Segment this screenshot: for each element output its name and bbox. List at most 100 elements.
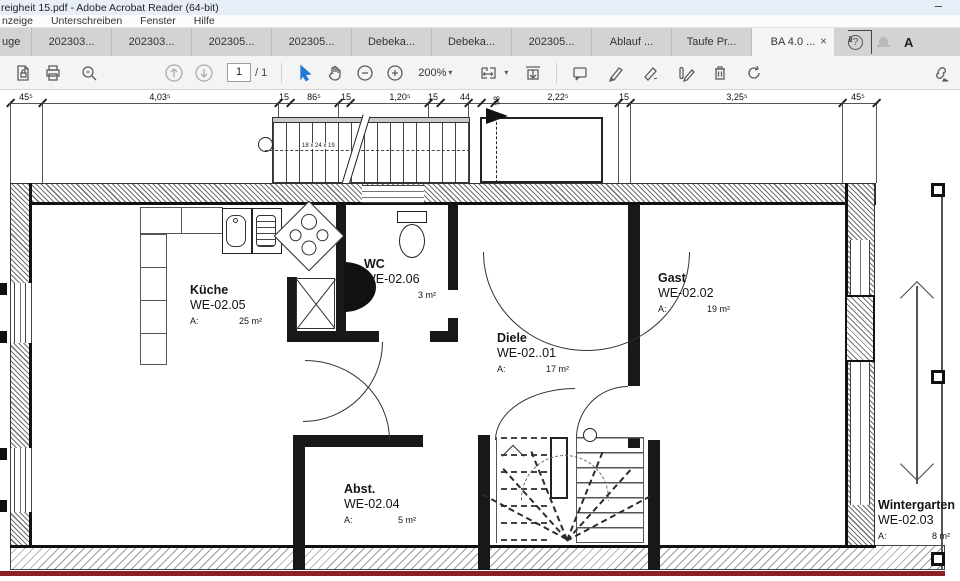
dim-value: 15 [279, 92, 289, 102]
menu-bar: nzeige Unterschreiben Fenster Hilfe [0, 15, 960, 28]
arrow-down-icon [900, 447, 934, 481]
active-tab-label: BA 4.0 ... [771, 36, 816, 48]
dim-value: 2,22⁵ [547, 92, 568, 102]
window-glazing [850, 240, 870, 295]
delete-trash-icon[interactable] [705, 61, 735, 85]
menu-hilfe[interactable]: Hilfe [194, 15, 215, 27]
fill-sign-icon[interactable] [671, 61, 701, 85]
wc-cistern [397, 211, 427, 223]
stair-walkline-arc [521, 455, 611, 501]
document-tab[interactable]: Ablauf ... [592, 28, 672, 56]
dim-value: 45⁵ [851, 92, 865, 102]
tab-werkzeuge-partial[interactable]: uge [0, 28, 32, 56]
main-toolbar: 1 / 1 200% ▾ ▾ [0, 56, 960, 90]
wall-segment [287, 331, 379, 342]
dim-value: 1,20⁵ [389, 92, 410, 102]
print-icon[interactable] [38, 61, 68, 85]
room-label-kueche: Küche WE-02.05 A:25 m² [190, 283, 262, 326]
fit-page-icon[interactable] [518, 61, 548, 85]
fit-dropdown-caret-icon[interactable]: ▾ [504, 68, 508, 77]
document-tab[interactable]: 202305... [272, 28, 352, 56]
door-swing-arc [305, 360, 390, 440]
zoom-dropdown-caret-icon[interactable]: ▾ [448, 68, 452, 77]
dim-value: 15 [341, 92, 351, 102]
zoom-level-value[interactable]: 200% [418, 67, 446, 79]
sign-pen-icon[interactable] [637, 61, 667, 85]
glazing-post [931, 370, 945, 384]
room-label-wc: WC WE-02.06 A:3 m² [364, 257, 436, 300]
window-jamb [0, 448, 7, 460]
stair-column-circle [583, 428, 597, 442]
document-tab[interactable]: 202303... [112, 28, 192, 56]
search-icon[interactable] [74, 61, 104, 85]
page-number-input[interactable]: 1 [227, 63, 251, 82]
account-signin-partial[interactable]: A [904, 35, 913, 50]
kitchen-stove [274, 201, 345, 272]
door-swing-arc-stair [495, 388, 575, 440]
stair-centerline [265, 150, 470, 151]
document-tab[interactable]: 202303... [32, 28, 112, 56]
entrance-landing [480, 117, 603, 183]
previous-page-icon[interactable] [159, 61, 189, 85]
room-label-gast: Gast WE-02.02 A:19 m² [658, 271, 730, 314]
document-tab[interactable]: Debeka... [432, 28, 512, 56]
select-cursor-icon[interactable] [290, 61, 320, 85]
menu-anzeige[interactable]: nzeige [2, 15, 33, 27]
hand-pan-icon[interactable] [320, 61, 350, 85]
wall-edge [845, 183, 848, 570]
wc-toilet-bowl [399, 224, 425, 258]
arrow-up-icon [900, 281, 934, 315]
wall-segment [293, 435, 305, 570]
notifications-bell-icon[interactable] [877, 36, 890, 49]
wall-pillar [845, 295, 875, 362]
rotate-icon[interactable] [739, 61, 769, 85]
glazing-post [931, 552, 945, 566]
wall-segment [648, 440, 660, 570]
entrance-door-sill [362, 185, 424, 203]
title-bar: reigheit 15.pdf - Adobe Acrobat Reader (… [0, 0, 960, 15]
document-tab[interactable]: Debeka... [352, 28, 432, 56]
kitchen-sink [222, 208, 252, 254]
zoom-out-icon[interactable] [350, 61, 380, 85]
minimize-button[interactable]: – [935, 0, 942, 13]
wall-edge [10, 545, 876, 548]
dim-value: 3,25⁵ [726, 92, 747, 102]
menu-unterschreiben[interactable]: Unterschreiben [51, 15, 122, 27]
document-tab[interactable]: 202305... [512, 28, 592, 56]
page-count-label: / 1 [255, 67, 267, 79]
save-file-icon[interactable] [8, 61, 38, 85]
kitchen-cabinet-run [140, 234, 167, 365]
comment-icon[interactable] [565, 61, 595, 85]
dim-value: 86⁵ [307, 92, 321, 102]
document-tab[interactable]: Taufe Pr... [672, 28, 752, 56]
dim-value: 4,03⁵ [149, 92, 170, 102]
dimension-line [10, 103, 878, 104]
dim-value: 15 [428, 92, 438, 102]
tab-forward-icon[interactable]: › [848, 30, 872, 54]
document-tab[interactable]: 202305... [192, 28, 272, 56]
entrance-axis-line [496, 117, 497, 183]
window-glazing [14, 448, 26, 512]
dim-value: 15 [619, 92, 629, 102]
window-jamb [0, 283, 7, 295]
window-title: reigheit 15.pdf - Adobe Acrobat Reader (… [1, 2, 219, 14]
window-glazing [14, 283, 26, 343]
active-document-tab[interactable]: BA 4.0 ... × [752, 28, 834, 56]
window-jamb [0, 331, 7, 343]
stair-handrail [272, 117, 470, 123]
wall-segment [430, 331, 458, 342]
kitchen-island-crossed [296, 278, 335, 329]
glazing-post [931, 183, 945, 197]
window-glazing [850, 362, 870, 505]
highlighter-icon[interactable] [601, 61, 631, 85]
fit-width-icon[interactable] [474, 61, 504, 85]
next-page-icon[interactable] [189, 61, 219, 85]
tab-nav-cluster: ‹ › ? A [848, 28, 913, 56]
share-link-icon[interactable] [926, 61, 956, 85]
zoom-in-icon[interactable] [380, 61, 410, 85]
close-tab-icon[interactable]: × [820, 34, 827, 48]
document-tab-bar: uge 202303... 202303... 202305... 202305… [0, 28, 960, 56]
menu-fenster[interactable]: Fenster [140, 15, 176, 27]
acrobat-window: reigheit 15.pdf - Adobe Acrobat Reader (… [0, 0, 960, 581]
dim-value: 45⁵ [19, 92, 33, 102]
